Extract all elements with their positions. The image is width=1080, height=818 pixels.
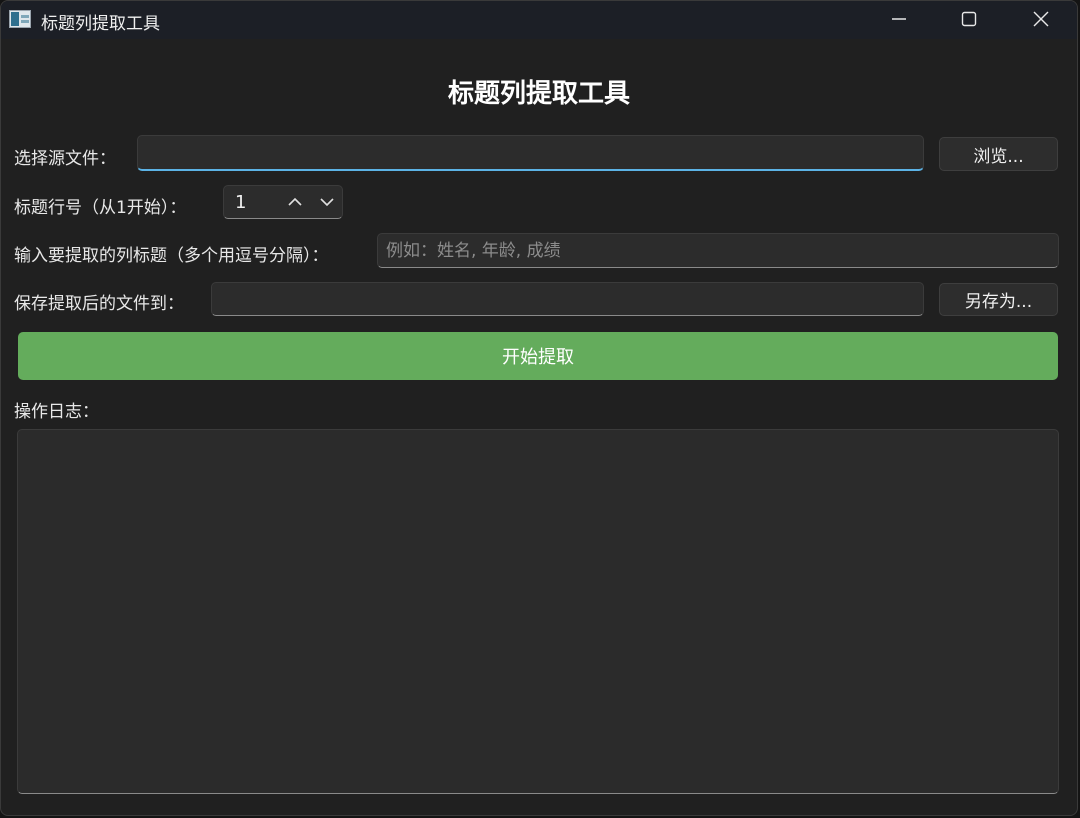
header-row-value: 1 [235, 192, 247, 213]
save-path-label: 保存提取后的文件到： [14, 294, 184, 314]
minimize-button[interactable] [863, 1, 935, 37]
header-row-label: 标题行号（从1开始）： [14, 198, 187, 218]
header-row-spinbox[interactable]: 1 [223, 185, 343, 219]
chevron-down-icon[interactable] [316, 191, 338, 213]
page-heading: 标题列提取工具 [447, 79, 630, 109]
source-file-label: 选择源文件： [14, 149, 116, 169]
log-label: 操作日志： [14, 402, 99, 422]
source-file-input[interactable] [137, 135, 924, 171]
save-as-button[interactable]: 另存为... [939, 283, 1058, 316]
log-textarea[interactable] [17, 429, 1059, 794]
save-path-input[interactable] [211, 282, 924, 316]
window-title: 标题列提取工具 [41, 14, 160, 34]
browse-button[interactable]: 浏览... [939, 137, 1058, 171]
columns-label: 输入要提取的列标题（多个用逗号分隔）： [14, 246, 329, 266]
spreadsheet-icon [9, 10, 31, 28]
columns-input[interactable] [377, 233, 1059, 268]
minimize-icon [892, 18, 906, 20]
chevron-up-icon[interactable] [284, 191, 306, 213]
close-icon [1033, 11, 1049, 27]
title-bar: 标题列提取工具 [1, 1, 1077, 39]
start-extract-button[interactable]: 开始提取 [18, 332, 1058, 380]
maximize-button[interactable] [933, 1, 1005, 37]
maximize-icon [961, 11, 977, 27]
close-button[interactable] [1005, 1, 1077, 37]
app-window: 标题列提取工具 标题列提取工具 选择源文件： 浏览... 标题行号（从1开始）：… [0, 0, 1078, 816]
